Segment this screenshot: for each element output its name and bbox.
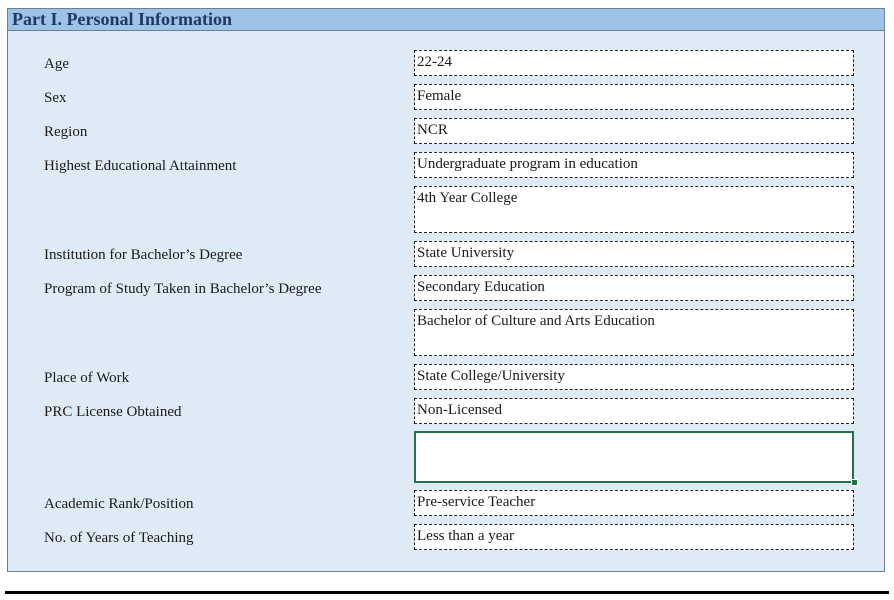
- region-field[interactable]: NCR: [414, 118, 854, 144]
- program-field[interactable]: Secondary Education: [414, 275, 854, 301]
- license-label: PRC License Obtained: [44, 404, 182, 420]
- education-field[interactable]: Undergraduate program in education: [414, 152, 854, 178]
- program-label: Program of Study Taken in Bachelor’s Deg…: [44, 281, 322, 297]
- selection-handle[interactable]: [851, 479, 858, 486]
- years-label: No. of Years of Teaching: [44, 530, 194, 546]
- education-detail-field[interactable]: 4th Year College: [414, 186, 854, 233]
- section-header: Part I. Personal Information: [8, 9, 884, 31]
- institution-field[interactable]: State University: [414, 241, 854, 267]
- years-field[interactable]: Less than a year: [414, 524, 854, 550]
- age-field[interactable]: 22-24: [414, 50, 854, 76]
- institution-label: Institution for Bachelor’s Degree: [44, 247, 243, 263]
- sex-label: Sex: [44, 90, 67, 106]
- workplace-field[interactable]: State College/University: [414, 364, 854, 390]
- education-label: Highest Educational Attainment: [44, 158, 237, 174]
- license-detail-field[interactable]: [414, 431, 854, 483]
- rank-label: Academic Rank/Position: [44, 496, 194, 512]
- program-detail-field[interactable]: Bachelor of Culture and Arts Education: [414, 309, 854, 356]
- workplace-label: Place of Work: [44, 370, 130, 386]
- license-field[interactable]: Non-Licensed: [414, 398, 854, 424]
- section-title: Part I. Personal Information: [12, 9, 232, 29]
- region-label: Region: [44, 124, 88, 140]
- sex-field[interactable]: Female: [414, 84, 854, 110]
- personal-information-panel: Part I. Personal Information Age 22-24 S…: [7, 8, 885, 572]
- bottom-divider: [5, 591, 889, 594]
- rank-field[interactable]: Pre-service Teacher: [414, 490, 854, 516]
- age-label: Age: [44, 56, 69, 72]
